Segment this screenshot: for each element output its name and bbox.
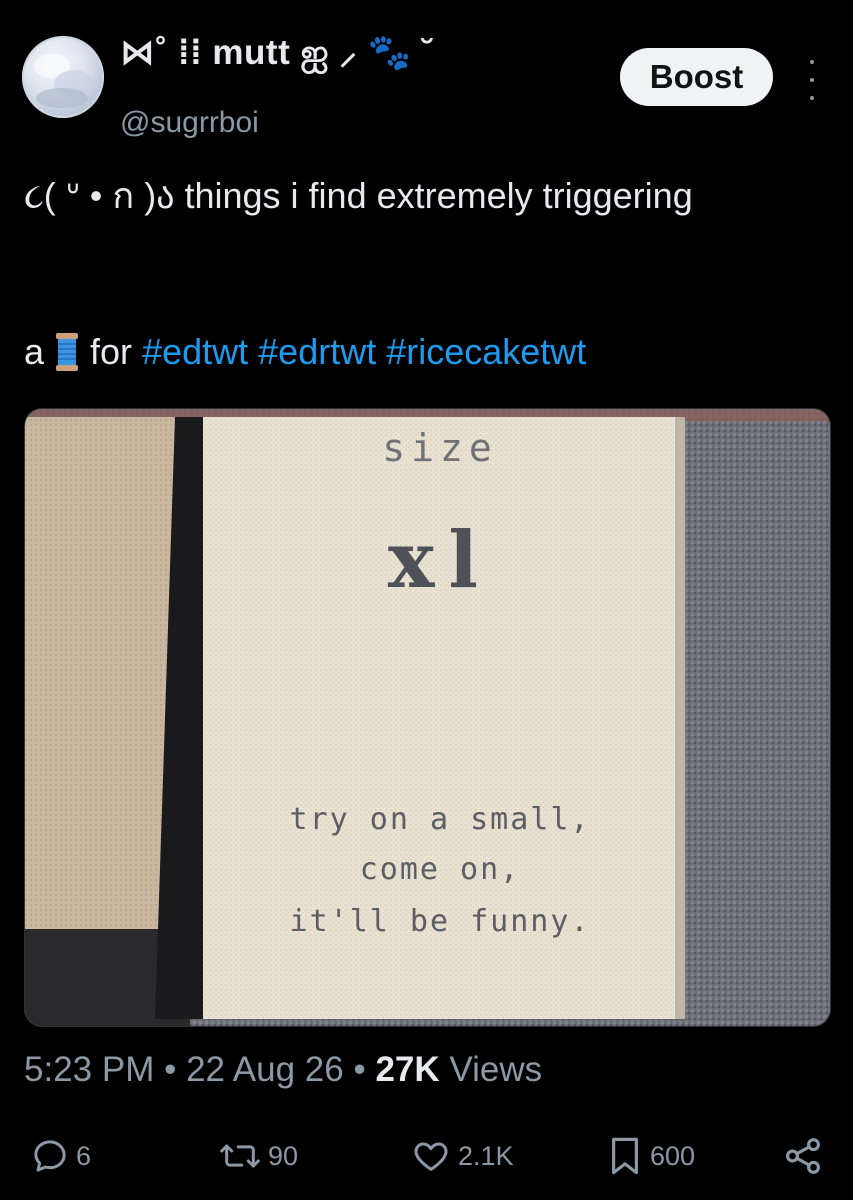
- views-count: 27K: [375, 1050, 440, 1089]
- bookmark-button[interactable]: 600: [606, 1130, 695, 1182]
- share-button[interactable]: [782, 1130, 830, 1182]
- like-count: 2.1K: [458, 1140, 514, 1171]
- post-text: ૮( ᐡ • ก )ა things i find extremely trig…: [24, 175, 693, 216]
- label-line-2: come on,: [360, 852, 521, 887]
- avatar-image: [34, 54, 94, 108]
- post-for-word: for: [90, 331, 133, 372]
- label-line-1: try on a small,: [290, 802, 591, 837]
- like-button[interactable]: 2.1K: [410, 1130, 514, 1182]
- post-image[interactable]: size xl try on a small, come on, it'll b…: [24, 408, 831, 1027]
- heart-icon: [414, 1142, 448, 1171]
- label-size-value: xl: [388, 515, 492, 606]
- post-time[interactable]: 5:23 PM: [24, 1050, 154, 1089]
- repost-icon: [220, 1144, 260, 1168]
- reply-button[interactable]: 6: [30, 1130, 91, 1182]
- hashtag-link[interactable]: #edrtwt: [258, 331, 376, 372]
- bookmark-icon: [612, 1137, 638, 1175]
- avatar[interactable]: [22, 36, 104, 118]
- post-meta: 5:23 PM • 22 Aug 26 • 27K Views: [24, 1050, 543, 1089]
- author-handle[interactable]: @sugrrboi: [120, 106, 259, 140]
- share-icon: [786, 1138, 820, 1174]
- hashtag-link[interactable]: #edtwt: [142, 331, 248, 372]
- spool-icon: [54, 332, 80, 372]
- action-bar: 6 90 2.1K 600: [0, 1130, 853, 1190]
- author-display-name[interactable]: ⋈˚ ⁞⁞ mutt ஐ ⸝ 🐾 ˘: [120, 28, 434, 77]
- reply-count: 6: [76, 1140, 92, 1171]
- reply-icon: [34, 1140, 66, 1172]
- post-prefix: a: [24, 331, 45, 372]
- hashtag-link[interactable]: #ricecaketwt: [386, 331, 586, 372]
- bookmark-count: 600: [650, 1140, 696, 1171]
- post-date[interactable]: 22 Aug 26: [186, 1050, 344, 1089]
- repost-count: 90: [268, 1140, 299, 1171]
- boost-button[interactable]: Boost: [620, 48, 773, 106]
- repost-button[interactable]: 90: [218, 1130, 298, 1182]
- label-size-heading: size: [382, 426, 498, 470]
- post-hashtag-line: a for #edtwt #edrtwt #ricecaketwt: [24, 326, 586, 378]
- label-line-3: it'll be funny.: [290, 904, 591, 939]
- views-label: Views: [449, 1050, 543, 1089]
- more-options-icon[interactable]: [800, 60, 824, 100]
